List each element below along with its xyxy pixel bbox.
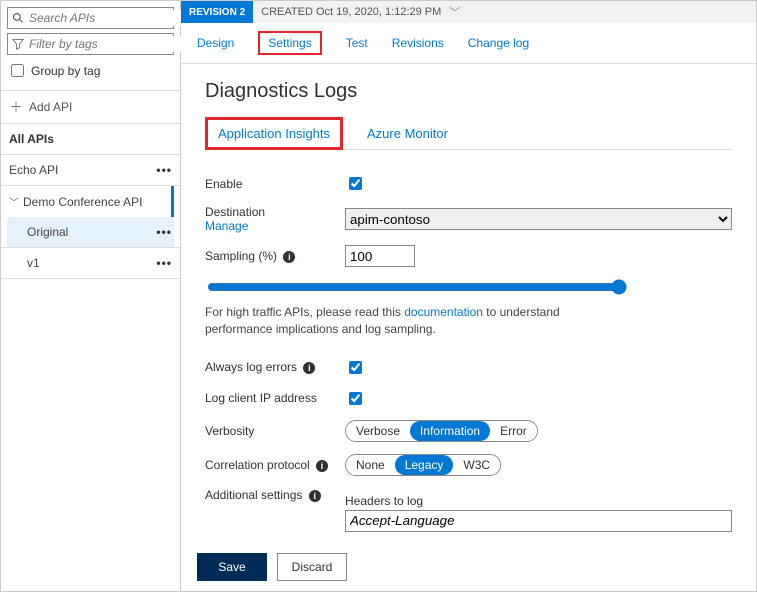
revision-badge: REVISION 2 <box>181 1 253 23</box>
sampling-input[interactable] <box>345 245 415 267</box>
api-item-demo-conference[interactable]: ﹀ Demo Conference API <box>7 186 174 217</box>
enable-label: Enable <box>205 177 345 191</box>
enable-checkbox[interactable] <box>349 177 362 190</box>
tab-design[interactable]: Design <box>197 36 234 50</box>
more-icon[interactable]: ••• <box>156 163 172 177</box>
documentation-link[interactable]: documentation <box>404 305 483 319</box>
divider <box>1 278 180 279</box>
subtab-azure-monitor[interactable]: Azure Monitor <box>365 118 450 149</box>
more-icon[interactable]: ••• <box>156 225 172 239</box>
correlation-label: Correlation protocol <box>205 458 310 472</box>
plus-icon: ＋ <box>9 97 23 117</box>
sampling-note: For high traffic APIs, please read this … <box>205 304 625 338</box>
verbosity-information[interactable]: Information <box>410 421 490 441</box>
correlation-legacy[interactable]: Legacy <box>395 455 454 475</box>
tab-test[interactable]: Test <box>346 36 368 50</box>
headers-to-log-label: Headers to log <box>345 494 732 508</box>
verbosity-group: Verbose Information Error <box>345 420 538 442</box>
verbosity-label: Verbosity <box>205 424 345 438</box>
group-by-tag-checkbox[interactable] <box>11 64 24 77</box>
content-area: Diagnostics Logs Application Insights Az… <box>181 64 756 542</box>
discard-button[interactable]: Discard <box>277 553 347 581</box>
verbosity-error[interactable]: Error <box>490 421 537 441</box>
page-title: Diagnostics Logs <box>205 80 732 103</box>
verbosity-verbose[interactable]: Verbose <box>346 421 410 441</box>
tab-revisions[interactable]: Revisions <box>392 36 444 50</box>
manage-link[interactable]: Manage <box>205 219 345 233</box>
tab-settings[interactable]: Settings <box>258 31 321 55</box>
client-ip-label: Log client IP address <box>205 391 345 405</box>
info-icon[interactable]: i <box>309 490 321 502</box>
correlation-none[interactable]: None <box>346 455 395 475</box>
group-by-tag-label: Group by tag <box>31 64 100 78</box>
sidebar: Group by tag ＋ Add API All APIs Echo API… <box>1 1 181 591</box>
info-icon[interactable]: i <box>316 460 328 472</box>
api-item-echo[interactable]: Echo API ••• <box>7 155 174 185</box>
destination-label: Destination <box>205 205 345 219</box>
search-apis-box[interactable] <box>7 7 174 29</box>
always-log-errors-label: Always log errors <box>205 360 297 374</box>
add-api-button[interactable]: ＋ Add API <box>7 91 174 123</box>
filter-input[interactable] <box>27 36 188 52</box>
filter-tags-box[interactable] <box>7 33 174 55</box>
revision-created-text: CREATED Oct 19, 2020, 1:12:29 PM <box>253 6 449 18</box>
additional-settings-label: Additional settings <box>205 488 302 502</box>
footer-actions: Save Discard <box>181 542 756 591</box>
save-button[interactable]: Save <box>197 553 267 581</box>
api-version-original[interactable]: Original ••• <box>7 217 174 247</box>
correlation-w3c[interactable]: W3C <box>453 455 500 475</box>
correlation-group: None Legacy W3C <box>345 454 501 476</box>
all-apis-link[interactable]: All APIs <box>7 124 174 154</box>
main-panel: REVISION 2 CREATED Oct 19, 2020, 1:12:29… <box>181 1 756 591</box>
search-input[interactable] <box>27 10 188 26</box>
sampling-slider[interactable] <box>207 279 627 295</box>
tab-change-log[interactable]: Change log <box>468 36 529 50</box>
search-icon <box>12 12 24 24</box>
sampling-label: Sampling (%) <box>205 249 277 263</box>
info-icon[interactable]: i <box>283 251 295 263</box>
client-ip-checkbox[interactable] <box>349 392 362 405</box>
more-icon[interactable]: ••• <box>156 256 172 270</box>
filter-icon <box>12 38 24 50</box>
api-version-label: v1 <box>27 256 40 270</box>
destination-select[interactable]: apim-contoso <box>345 208 732 230</box>
always-log-errors-checkbox[interactable] <box>349 361 362 374</box>
api-version-v1[interactable]: v1 ••• <box>7 248 174 278</box>
diagnostics-subtabs: Application Insights Azure Monitor <box>205 117 732 150</box>
group-by-tag-row[interactable]: Group by tag <box>7 61 174 80</box>
api-version-label: Original <box>27 225 68 239</box>
api-item-label: Echo API <box>9 163 58 177</box>
add-api-label: Add API <box>29 100 72 114</box>
revision-bar: REVISION 2 CREATED Oct 19, 2020, 1:12:29… <box>181 1 756 23</box>
chevron-down-icon: ﹀ <box>9 194 19 209</box>
headers-to-log-input[interactable] <box>345 510 732 532</box>
chevron-down-icon[interactable]: ﹀ <box>449 4 460 20</box>
subtab-application-insights[interactable]: Application Insights <box>205 117 343 150</box>
info-icon[interactable]: i <box>303 362 315 374</box>
main-tabs: Design Settings Test Revisions Change lo… <box>181 23 756 64</box>
api-item-label: Demo Conference API <box>23 195 142 209</box>
